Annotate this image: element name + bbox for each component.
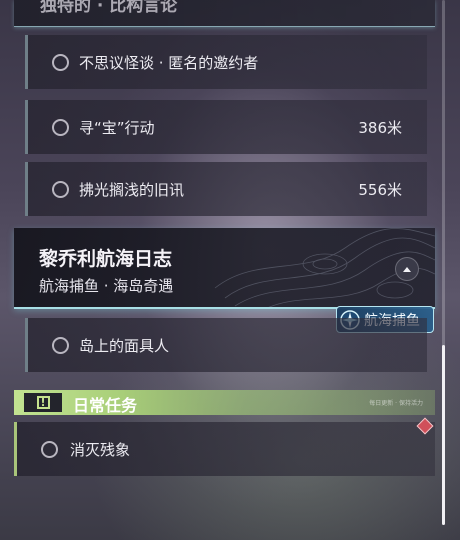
- chapter-subtitle: 航海捕鱼 · 海岛奇遇: [39, 277, 174, 295]
- quest-name: 消灭残象: [70, 441, 131, 459]
- quest-item[interactable]: 寻“宝”行动 386米: [25, 100, 427, 154]
- quest-group-header[interactable]: 独特的 · 比构言论: [14, 0, 435, 27]
- quest-status-ring-icon: [52, 181, 69, 198]
- quest-name: 寻“宝”行动: [79, 119, 155, 137]
- chapter-title: 黎乔利航海日志: [39, 248, 173, 270]
- quest-status-ring-icon: [52, 337, 69, 354]
- quest-distance: 386米: [358, 119, 402, 137]
- quest-name: 岛上的面具人: [79, 337, 170, 355]
- chapter-card[interactable]: 黎乔利航海日志 航海捕鱼 · 海岛奇遇: [14, 228, 435, 309]
- daily-quests-note: 每日更新 · 保持活力: [369, 400, 423, 407]
- scrollbar-thumb[interactable]: [442, 345, 445, 525]
- daily-quests-header[interactable]: ! 日常任务 每日更新 · 保持活力: [14, 390, 435, 415]
- diamond-marker-icon: [416, 417, 434, 435]
- quest-item[interactable]: 拂光搁浅的旧讯 556米: [25, 162, 427, 216]
- quest-name: 拂光搁浅的旧讯: [79, 181, 185, 199]
- quest-status-ring-icon: [52, 54, 69, 71]
- quest-group-title: 独特的 · 比构言论: [40, 0, 178, 16]
- quest-status-ring-icon: [52, 119, 69, 136]
- quest-name: 不思议怪谈 · 匿名的邀约者: [79, 54, 259, 72]
- daily-quests-title: 日常任务: [73, 396, 138, 415]
- daily-quest-item[interactable]: 消灭残象: [14, 417, 435, 476]
- quest-item[interactable]: 岛上的面具人: [25, 318, 427, 372]
- alert-icon: !: [24, 393, 62, 412]
- quest-distance: 556米: [358, 181, 402, 199]
- quest-item[interactable]: 不思议怪谈 · 匿名的邀约者: [25, 35, 427, 89]
- chevron-up-icon[interactable]: [395, 257, 419, 281]
- quest-status-ring-icon: [41, 441, 58, 458]
